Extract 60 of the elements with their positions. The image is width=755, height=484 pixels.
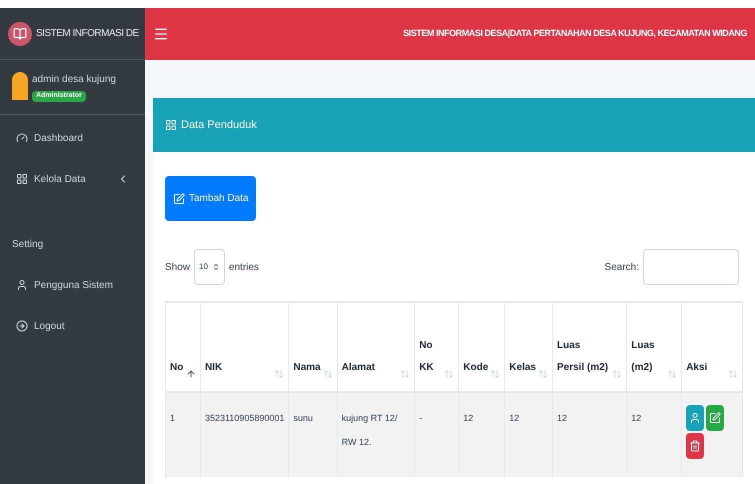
arrow-circle-icon: [16, 320, 28, 332]
column-header: NIK: [204, 361, 222, 375]
table-cell: 12: [463, 413, 474, 423]
add-data-button[interactable]: Tambah Data: [165, 176, 256, 221]
card-title: Data Penduduk: [181, 118, 257, 133]
sort-icon[interactable]: [538, 369, 548, 379]
edit-icon: [709, 412, 722, 424]
column-header: No KK: [419, 339, 435, 375]
sort-icon[interactable]: [444, 369, 454, 379]
entries-label: entries: [228, 260, 259, 274]
table-cell: 12: [631, 413, 642, 423]
sort-ascending-icon[interactable]: [186, 369, 196, 379]
table-cell: 12: [509, 413, 520, 423]
logo-icon: [8, 22, 32, 46]
grid-icon: [16, 173, 28, 185]
table-cell: 3523110905890001: [204, 413, 284, 423]
sort-icon[interactable]: [274, 369, 284, 379]
menu-item[interactable]: Logout: [0, 318, 145, 334]
menu-icon[interactable]: [153, 26, 169, 42]
sort-icon[interactable]: [728, 369, 738, 379]
column-header: Nama: [293, 361, 321, 375]
edit-icon: [173, 192, 185, 204]
view-button[interactable]: [686, 405, 704, 431]
table-cell: -: [419, 413, 422, 423]
delete-button[interactable]: [686, 433, 704, 459]
search-label: Search:: [604, 260, 639, 274]
up-down-icon: [212, 263, 220, 271]
grid-icon: [165, 119, 177, 131]
search-field[interactable]: [643, 249, 739, 285]
column-header: Kode: [463, 361, 488, 375]
column-header: Aksi: [686, 361, 708, 375]
table-cell: 12: [556, 413, 567, 423]
column-header: Luas Persil (m2): [556, 339, 610, 375]
user-icon: [689, 412, 702, 424]
table-cell: sunu: [293, 413, 313, 423]
user-icon: [16, 279, 28, 291]
table-cell: 1: [170, 413, 176, 423]
menu-item[interactable]: Kelola Data: [0, 172, 145, 186]
header-title: SISTEM INFORMASI DESA|DATA PERTANAHAN DESA KUJUNG, KECAMATAN WIDANG: [403, 27, 747, 40]
entries-select[interactable]: 10: [194, 249, 225, 285]
show-label: Show: [165, 260, 190, 274]
sort-icon[interactable]: [490, 369, 500, 379]
sort-icon[interactable]: [612, 369, 622, 379]
column-header: Alamat: [342, 361, 375, 375]
section-header: Setting: [11, 238, 44, 252]
sort-icon[interactable]: [400, 369, 410, 379]
sort-icon[interactable]: [667, 369, 678, 379]
column-header: No: [170, 361, 184, 375]
edit-button[interactable]: [706, 405, 724, 431]
table-cell: kujung RT 12/ RW 12.: [342, 413, 398, 447]
menu-item[interactable]: Pengguna Sistem: [0, 278, 145, 292]
menu-item[interactable]: Dashboard: [0, 130, 145, 146]
user-name: admin desa kujung: [32, 73, 116, 87]
brand-text: SISTEM INFORMASI DE: [36, 27, 139, 41]
column-header: Kelas: [509, 361, 536, 375]
trash-icon: [689, 440, 702, 452]
column-header: Luas (m2): [631, 339, 656, 375]
user-avatar-icon: [12, 72, 28, 100]
sort-icon[interactable]: [322, 369, 333, 379]
dashboard-icon: [16, 132, 28, 144]
